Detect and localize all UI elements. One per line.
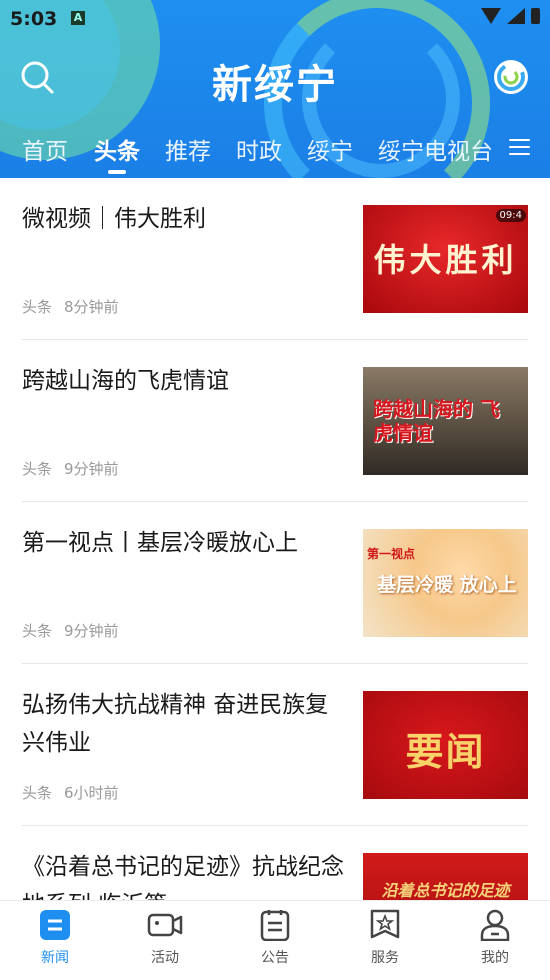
app-header: 5:03 A 新绥宁 首页 头条 推荐 时政 绥宁 绥宁电视台: [0, 0, 550, 178]
news-source: 头条: [22, 298, 53, 316]
list-item[interactable]: 《沿着总书记的足迹》抗战纪念地系列·临沂篇 沿着总书记的足迹: [22, 826, 528, 900]
news-time: 6小时前: [64, 784, 119, 802]
tab-recommend[interactable]: 推荐: [165, 132, 211, 166]
tab-headlines[interactable]: 头条: [94, 132, 140, 166]
nav-announcements[interactable]: 公告: [220, 901, 330, 980]
menu-icon[interactable]: [509, 139, 530, 157]
clipboard-icon: [257, 909, 293, 942]
news-source: 头条: [22, 784, 53, 802]
news-source: 头条: [22, 622, 53, 640]
news-title: 《沿着总书记的足迹》抗战纪念地系列·临沂篇: [22, 854, 344, 900]
app-logo-icon[interactable]: [494, 60, 528, 94]
video-duration-badge: 09:4: [495, 209, 526, 222]
nav-label: 新闻: [41, 950, 69, 966]
news-thumbnail: 第一视点 基层冷暖 放心上: [363, 529, 528, 637]
star-badge-icon: [367, 909, 403, 941]
news-meta: 头条 9分钟前: [22, 458, 119, 479]
battery-icon: [531, 8, 540, 24]
nav-label: 我的: [481, 950, 509, 966]
status-bar: 5:03 A: [0, 0, 550, 36]
thumbnail-caption: 基层冷暖 放心上: [377, 574, 517, 596]
nav-label: 公告: [261, 950, 289, 966]
app-title: 新绥宁: [212, 62, 338, 108]
news-time: 9分钟前: [64, 622, 119, 640]
thumbnail-caption: 跨越山海的 飞虎情谊: [373, 397, 500, 445]
tab-politics[interactable]: 时政: [236, 132, 282, 166]
news-source: 头条: [22, 460, 53, 478]
nav-label: 服务: [371, 950, 399, 966]
tab-suining-tv[interactable]: 绥宁电视台: [378, 132, 493, 166]
camera-icon: [147, 909, 183, 941]
nav-services[interactable]: 服务: [330, 901, 440, 980]
notification-icon: A: [71, 11, 85, 25]
news-thumbnail: 要闻: [363, 691, 528, 799]
status-time: 5:03: [10, 8, 58, 30]
tab-suining[interactable]: 绥宁: [307, 132, 353, 166]
news-title: 弘扬伟大抗战精神 奋进民族复兴伟业: [22, 692, 329, 756]
nav-news[interactable]: 新闻: [0, 901, 110, 980]
list-item[interactable]: 微视频｜伟大胜利 头条 8分钟前 09:4 伟大胜利: [22, 178, 528, 340]
signal-icon: [507, 8, 525, 24]
thumbnail-caption: 沿着总书记的足迹: [381, 881, 510, 900]
news-thumbnail: 跨越山海的 飞虎情谊: [363, 367, 528, 475]
nav-activities[interactable]: 活动: [110, 901, 220, 980]
list-item[interactable]: 弘扬伟大抗战精神 奋进民族复兴伟业 头条 6小时前 要闻: [22, 664, 528, 826]
news-title: 跨越山海的飞虎情谊: [22, 368, 229, 394]
user-icon: [477, 909, 513, 942]
thumbnail-caption: 要闻: [405, 729, 486, 774]
news-time: 9分钟前: [64, 460, 119, 478]
news-title: 微视频｜伟大胜利: [22, 206, 206, 232]
news-feed: 微视频｜伟大胜利 头条 8分钟前 09:4 伟大胜利 跨越山海的飞虎情谊 头条 9分…: [0, 178, 550, 900]
thumbnail-badge: 第一视点: [367, 547, 416, 561]
channel-tabs: 首页 头条 推荐 时政 绥宁 绥宁电视台: [0, 130, 550, 174]
news-title: 第一视点丨基层冷暖放心上: [22, 530, 298, 556]
wifi-icon: [481, 8, 501, 24]
news-icon: [37, 909, 73, 941]
nav-profile[interactable]: 我的: [440, 901, 550, 980]
news-thumbnail: 09:4 伟大胜利: [363, 205, 528, 313]
news-meta: 头条 9分钟前: [22, 620, 119, 641]
active-tab-indicator: [108, 170, 126, 174]
list-item[interactable]: 第一视点丨基层冷暖放心上 头条 9分钟前 第一视点 基层冷暖 放心上: [22, 502, 528, 664]
list-item[interactable]: 跨越山海的飞虎情谊 头条 9分钟前 跨越山海的 飞虎情谊: [22, 340, 528, 502]
news-thumbnail: 沿着总书记的足迹: [363, 853, 528, 900]
news-time: 8分钟前: [64, 298, 119, 316]
thumbnail-caption: 伟大胜利: [373, 241, 518, 279]
news-meta: 头条 8分钟前: [22, 296, 119, 317]
bottom-navigation: 新闻 活动 公告 服务 我的: [0, 900, 550, 980]
tab-home[interactable]: 首页: [22, 132, 68, 166]
news-meta: 头条 6小时前: [22, 782, 119, 803]
nav-label: 活动: [151, 950, 179, 966]
status-indicators: [481, 8, 540, 24]
